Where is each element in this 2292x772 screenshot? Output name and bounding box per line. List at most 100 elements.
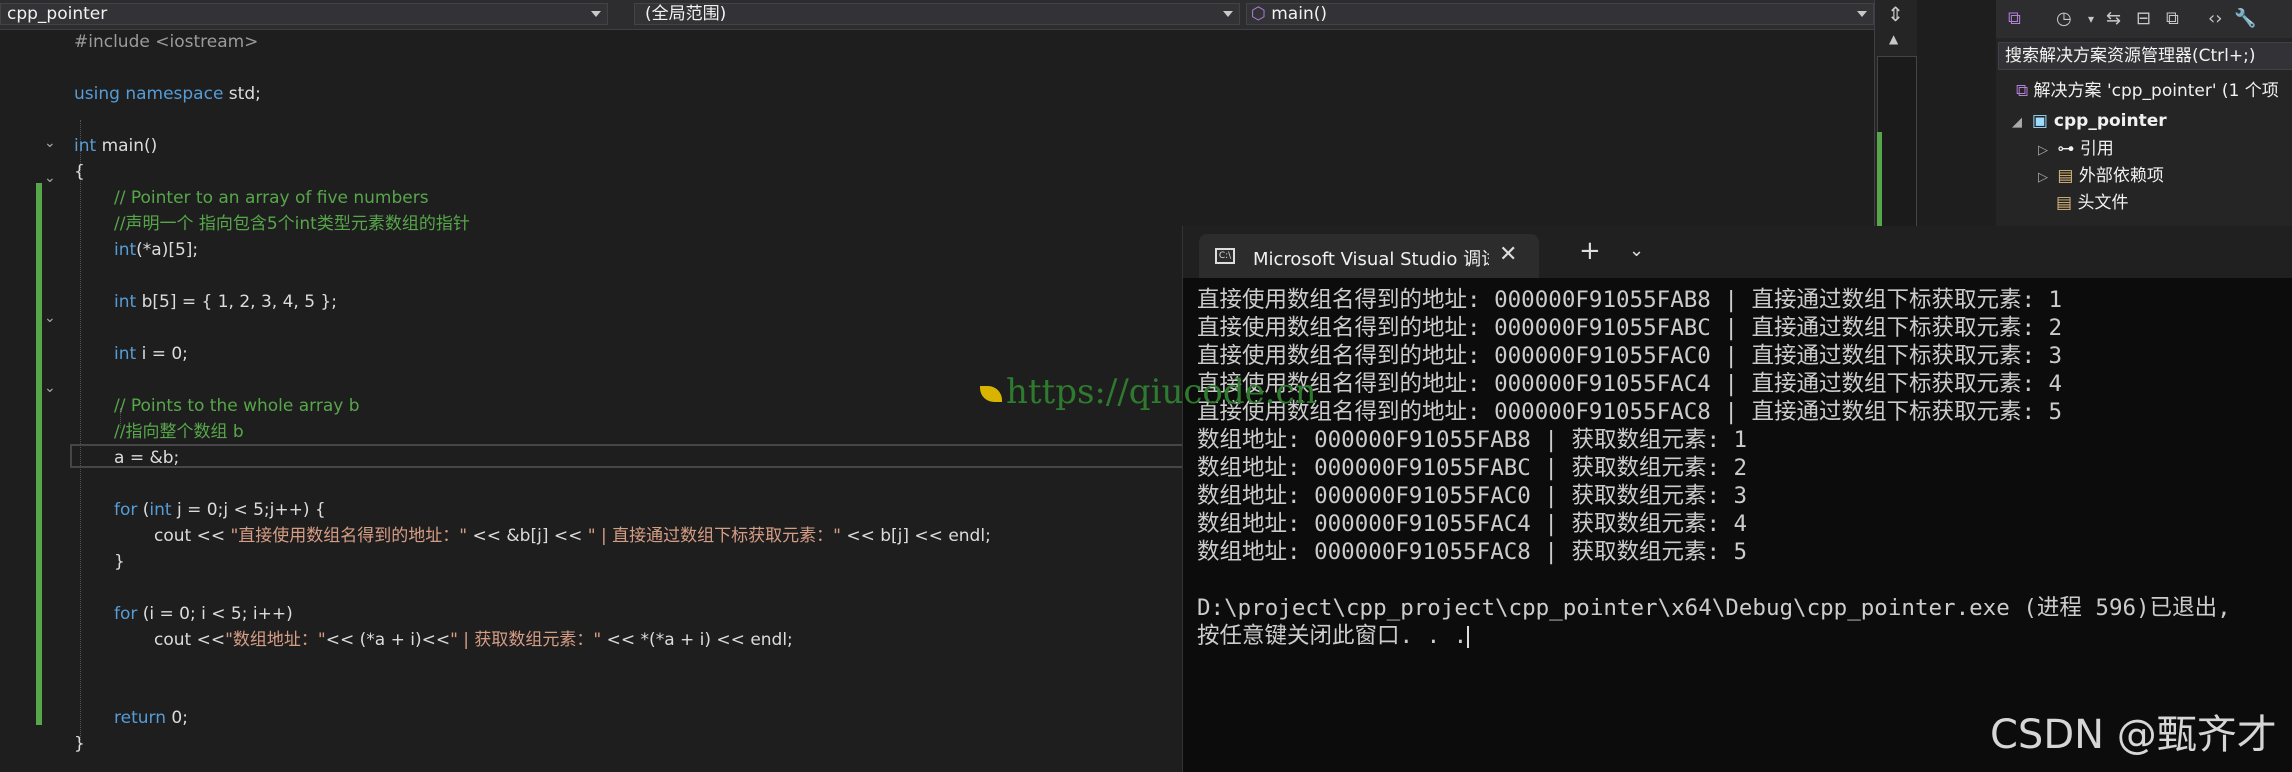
code-line: int main() <box>74 134 157 159</box>
console-line: 数组地址: 000000F91055FABC | 获取数组元素: 2 <box>1197 455 1748 481</box>
code-line: int i = 0; <box>114 342 188 367</box>
fold-toggle-icon[interactable]: ⌄ <box>44 171 58 185</box>
terminal-icon: C:\ <box>1215 248 1235 264</box>
code-text: j = 0;j < 5;j++) { <box>171 500 326 520</box>
code-comment: // Points to the whole array b <box>114 396 360 416</box>
function-dropdown[interactable]: ⬡ main() <box>1246 3 1874 25</box>
code-line: } <box>74 734 85 754</box>
scope-dropdown[interactable]: (全局范围) <box>634 3 1240 25</box>
project-dropdown[interactable]: cpp_pointer <box>0 3 608 25</box>
code-line: a = &b; <box>114 448 180 468</box>
project-dropdown-label: cpp_pointer <box>7 4 108 24</box>
csdn-watermark: CSDN @甄齐才 <box>1990 712 2277 758</box>
minimap-viewport[interactable] <box>1877 56 1917 228</box>
code-text: ( <box>137 500 150 520</box>
tree-item-label: 引用 <box>2079 139 2114 159</box>
reference-icon: ⊶ <box>2057 139 2075 159</box>
code-text: (i = 0; i < 5; i++) <box>137 604 293 624</box>
tree-item-external-deps[interactable]: ▷ ▤ 外部依赖项 <box>2038 163 2164 189</box>
code-line: #include <iostream> <box>74 32 259 52</box>
keyword: int <box>114 292 137 312</box>
new-tab-icon[interactable]: + <box>1579 236 1601 266</box>
debug-console-window[interactable]: C:\ Microsoft Visual Studio 调试控制台 ✕ + ⌄ … <box>1182 226 2292 772</box>
change-marker-bar <box>1877 132 1882 232</box>
solution-explorer-toolbar: ⧉ ◷ ▾ ⇆ ⊟ ⧉ ‹› 🔧 <box>1996 0 2292 38</box>
code-text: (*a)[5]; <box>136 240 199 260</box>
sync-icon[interactable]: ⇆ <box>2106 8 2121 29</box>
console-line: 直接使用数组名得到的地址: 000000F91055FABC | 直接通过数组下… <box>1197 315 2063 341</box>
scope-dropdown-label: (全局范围) <box>645 4 727 24</box>
history-icon[interactable]: ◷ <box>2056 8 2072 29</box>
console-line: 直接使用数组名得到的地址: 000000F91055FAC4 | 直接通过数组下… <box>1197 371 2063 397</box>
keyword: int <box>74 136 97 156</box>
keyword: for <box>114 500 138 520</box>
watermark: https://qiucode.cn <box>980 372 1316 412</box>
current-line-highlight <box>70 444 1185 468</box>
tree-item-label: 头文件 <box>2077 193 2129 213</box>
tree-item-project[interactable]: ◢ ▣ cpp_pointer <box>2012 108 2167 134</box>
vs-icon[interactable]: ⧉ <box>2008 8 2021 29</box>
keyword: using namespace <box>74 84 224 104</box>
code-text: << (*a + i)<< <box>325 630 451 650</box>
console-tab[interactable]: C:\ Microsoft Visual Studio 调试控制台 ✕ <box>1199 234 1539 278</box>
code-comment: //指向整个数组 b <box>114 422 244 442</box>
wrench-icon[interactable]: 🔧 <box>2234 8 2256 29</box>
code-line: int(*a)[5]; <box>114 238 198 263</box>
collapsed-icon: ▷ <box>2038 143 2048 158</box>
string-literal: " | 直接通过数组下标获取元素：" <box>587 526 841 546</box>
watermark-text: https://qiucode.cn <box>1006 372 1317 412</box>
console-line: 按任意键关闭此窗口. . . <box>1197 622 1470 650</box>
tree-item-references[interactable]: ▷ ⊶ 引用 <box>2038 136 2114 162</box>
fold-toggle-icon[interactable]: ⌄ <box>44 136 58 150</box>
change-marker-bar <box>36 183 42 725</box>
code-text: << b[j] << endl; <box>840 526 991 546</box>
console-line: 直接使用数组名得到的地址: 000000F91055FAC0 | 直接通过数组下… <box>1197 343 2063 369</box>
console-prompt-text: 按任意键关闭此窗口. . . <box>1197 623 1468 649</box>
project-icon: ▣ <box>2031 111 2048 131</box>
console-tab-bar: C:\ Microsoft Visual Studio 调试控制台 ✕ + ⌄ <box>1183 226 2292 278</box>
split-icon[interactable]: ⇕ <box>1887 2 1904 26</box>
close-icon[interactable]: ✕ <box>1499 242 1517 267</box>
code-line: return 0; <box>114 706 188 731</box>
code-text: 0; <box>165 708 188 728</box>
indent-guide <box>80 120 81 740</box>
tree-item-solution[interactable]: ⧉ 解决方案 'cpp_pointer' (1 个项 <box>2016 78 2279 104</box>
code-text: main() <box>96 136 158 156</box>
keyword: return <box>114 708 166 728</box>
string-literal: "数组地址：" <box>225 630 326 650</box>
code-line: cout << "直接使用数组名得到的地址：" << &b[j] << " | … <box>154 524 991 549</box>
code-line: cout <<"数组地址："<< (*a + i)<<" | 获取数组元素：" … <box>154 628 793 653</box>
code-text: << *(*a + i) << endl; <box>601 630 793 650</box>
code-line: for (i = 0; i < 5; i++) <box>114 602 293 627</box>
chevron-down-icon[interactable]: ▾ <box>2088 12 2094 26</box>
console-line: D:\project\cpp_project\cpp_pointer\x64\D… <box>1197 595 2231 621</box>
code-icon[interactable]: ‹› <box>2208 8 2222 29</box>
cube-icon: ⬡ <box>1251 4 1266 24</box>
code-line: for (int j = 0;j < 5;j++) { <box>114 498 326 523</box>
tree-item-headers[interactable]: ▤ 头文件 <box>2056 190 2128 216</box>
console-tab-title: Microsoft Visual Studio 调试控制台 <box>1253 249 1489 270</box>
leaf-icon <box>980 386 1002 402</box>
code-line: int b[5] = { 1, 2, 3, 4, 5 }; <box>114 290 337 315</box>
console-line: 数组地址: 000000F91055FAB8 | 获取数组元素: 1 <box>1197 427 1748 453</box>
solution-search-input[interactable]: 搜索解决方案资源管理器(Ctrl+;) <box>1998 42 2292 70</box>
copy-icon[interactable]: ⧉ <box>2166 8 2179 29</box>
collapsed-icon: ▷ <box>2038 170 2048 185</box>
text-cursor <box>1467 625 1470 648</box>
tree-item-label: 解决方案 'cpp_pointer' (1 个项 <box>2033 81 2279 101</box>
folder-icon: ▤ <box>2057 166 2074 186</box>
fold-toggle-icon[interactable]: ⌄ <box>44 311 58 325</box>
expanded-icon: ◢ <box>2012 115 2022 130</box>
scroll-up-icon[interactable]: ▲ <box>1889 32 1898 46</box>
chevron-down-icon[interactable]: ⌄ <box>1629 240 1644 261</box>
collapse-icon[interactable]: ⊟ <box>2136 8 2151 29</box>
string-literal: "直接使用数组名得到的地址：" <box>230 526 468 546</box>
code-text: cout << <box>154 526 231 546</box>
tree-item-label: 外部依赖项 <box>2078 166 2164 186</box>
keyword: int <box>114 344 137 364</box>
folder-icon: ▤ <box>2056 193 2073 213</box>
code-comment: // Pointer to an array of five numbers <box>114 188 429 208</box>
navigation-bar: cpp_pointer (全局范围) ⬡ main() <box>0 0 1874 30</box>
code-comment: //声明一个 指向包含5个int类型元素数组的指针 <box>114 214 470 234</box>
fold-toggle-icon[interactable]: ⌄ <box>44 381 58 395</box>
